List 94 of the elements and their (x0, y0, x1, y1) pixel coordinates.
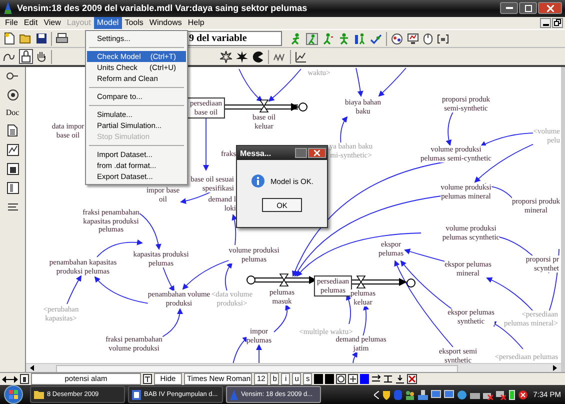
disc-icon[interactable] (457, 390, 468, 400)
delete-icon[interactable] (407, 374, 418, 384)
minimize-icon (506, 6, 512, 10)
mouse-icon[interactable] (423, 32, 433, 44)
runner-icon[interactable] (322, 32, 334, 44)
arrow-style-icon[interactable] (348, 374, 358, 384)
link-arrow (274, 304, 290, 332)
link-arrow (362, 304, 369, 336)
valve-icon (279, 274, 289, 286)
save-icon[interactable] (36, 33, 47, 44)
link-arrow (356, 68, 364, 97)
close-button[interactable] (538, 2, 562, 14)
cloud-icon (406, 278, 416, 288)
runner-icon[interactable] (306, 32, 318, 44)
runner-icon[interactable] (338, 32, 350, 44)
monitor-icon[interactable] (444, 390, 454, 400)
link-arrow (238, 68, 263, 102)
monitor-error-icon[interactable] (496, 390, 506, 400)
network-icon[interactable] (391, 32, 403, 44)
align-icon[interactable] (395, 374, 406, 384)
horizontal-scrollbar[interactable] (26, 363, 561, 372)
menu-item[interactable]: File (2, 16, 21, 29)
graph-tool-icon[interactable] (6, 144, 18, 156)
minimize-button[interactable] (500, 2, 518, 14)
text-tool-icon[interactable] (143, 374, 152, 384)
document-icon (132, 390, 141, 400)
link-arrow (162, 266, 174, 292)
close-icon (546, 4, 554, 12)
app-icon (3, 1, 13, 16)
graph-icon[interactable] (295, 50, 307, 63)
maximize-button[interactable] (519, 2, 537, 14)
align-icon[interactable] (383, 374, 394, 384)
open-folder-icon[interactable] (19, 33, 32, 44)
link-arrow (268, 68, 302, 102)
table-tool-icon[interactable] (6, 163, 18, 175)
dialog-title: Messa... (240, 148, 272, 158)
bar-tool-icon[interactable] (6, 182, 18, 194)
link-arrow (352, 351, 358, 364)
lock-icon[interactable] (20, 50, 32, 64)
menu-item[interactable]: Tools (122, 16, 146, 29)
link-arrow (66, 275, 82, 304)
link-arrow (203, 116, 209, 171)
line-color-swatch[interactable] (360, 374, 370, 384)
minimize-button[interactable] (540, 18, 551, 28)
wave-icon[interactable] (273, 52, 286, 62)
doc-tool[interactable]: Doc (6, 108, 20, 117)
restore-button[interactable] (552, 18, 563, 28)
restore-icon (554, 19, 561, 26)
align-icon[interactable] (371, 374, 382, 384)
target-icon[interactable] (6, 89, 18, 101)
link-arrow (256, 344, 262, 364)
runner-icon[interactable] (370, 32, 382, 44)
menu-item[interactable]: Windows (146, 16, 185, 29)
left-right-arrows-icon[interactable] (2, 374, 18, 384)
monitor-icon[interactable] (407, 32, 419, 44)
menu-item[interactable]: Model (94, 16, 122, 29)
info-icon (250, 174, 265, 188)
close-icon (314, 150, 320, 156)
runs-tool-icon[interactable] (6, 201, 18, 213)
battery-icon[interactable] (509, 389, 516, 400)
starburst-icon[interactable] (220, 50, 232, 63)
link-arrow (446, 112, 454, 146)
bracket-icon[interactable] (437, 32, 449, 44)
menu-item[interactable]: Edit (20, 16, 41, 29)
window-title: Vensim:18 des 2009 del variable.mdl Var:daya saing sektor pelumas (17, 3, 308, 14)
hand-icon[interactable] (36, 50, 47, 63)
sketch-tool-icon[interactable] (6, 71, 19, 82)
asterisk-icon[interactable] (236, 50, 248, 63)
fill-color-swatch[interactable] (325, 374, 334, 384)
link-arrow (232, 214, 238, 246)
network-icon[interactable] (418, 390, 428, 400)
valve-icon (356, 276, 366, 288)
folder-icon (34, 390, 44, 399)
text-color-swatch[interactable] (314, 374, 324, 384)
menu-item[interactable]: View (40, 16, 64, 29)
cloud-icon (298, 102, 308, 112)
runner-icon[interactable] (354, 32, 366, 44)
valve-icon (259, 100, 269, 112)
lock-icon[interactable] (20, 374, 29, 384)
pie-icon[interactable] (252, 50, 264, 63)
tray-expand-icon[interactable] (374, 390, 380, 398)
document-icon[interactable] (7, 124, 18, 137)
menu-item[interactable]: Help (184, 16, 208, 29)
monitor-icon[interactable] (431, 390, 442, 400)
people-icon[interactable] (405, 390, 416, 400)
link-arrow (346, 294, 352, 324)
link-arrow (378, 68, 406, 97)
shape-tool-icon[interactable] (336, 374, 346, 384)
maximize-icon (524, 4, 532, 12)
new-file-icon[interactable] (4, 32, 15, 45)
start-button[interactable] (4, 385, 23, 404)
cloud-icon (246, 276, 256, 284)
runner-icon[interactable] (290, 32, 302, 44)
app-icon (230, 390, 238, 400)
